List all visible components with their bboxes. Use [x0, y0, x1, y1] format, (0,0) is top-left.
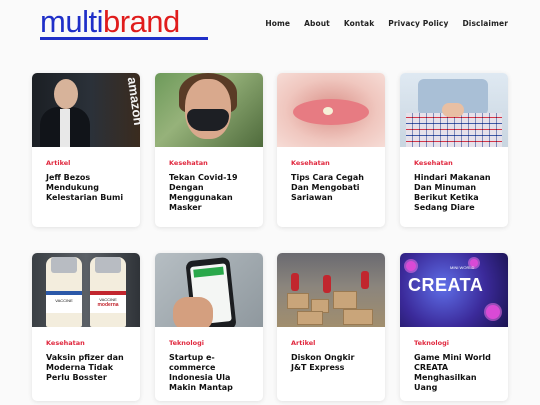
photo-worker — [323, 275, 331, 293]
article-category[interactable]: Kesehatan — [169, 159, 249, 167]
article-category[interactable]: Kesehatan — [414, 159, 494, 167]
article-title[interactable]: Diskon Ongkir J&T Express — [291, 353, 371, 373]
logo-underline — [40, 37, 208, 40]
nav-kontak[interactable]: Kontak — [344, 19, 374, 28]
logo-part-brand: brand — [102, 4, 180, 39]
main-nav: Home About Kontak Privacy Policy Disclai… — [265, 19, 508, 28]
woman-mask-photo[interactable] — [155, 73, 263, 147]
photo-vial-label: VACCINE moderna — [90, 291, 126, 313]
photo-vial-cap — [95, 257, 121, 273]
photo-worker — [291, 273, 299, 291]
logo-part-multi: multi — [40, 4, 103, 39]
photo-parcel — [297, 311, 323, 325]
article-category[interactable]: Kesehatan — [46, 339, 126, 347]
game-wordmark: CREATA — [408, 275, 484, 295]
stomach-ache-photo[interactable] — [400, 73, 508, 147]
article-title[interactable]: Jeff Bezos Mendukung Kelestarian Bumi — [46, 173, 126, 203]
article-title[interactable]: Tips Cara Cegah Dan Mengobati Sariawan — [291, 173, 371, 203]
article-category[interactable]: Teknologi — [169, 339, 249, 347]
vial-label-text: VACCINE — [55, 298, 73, 303]
vial-brand-text: moderna — [97, 302, 119, 308]
article-title[interactable]: Tekan Covid-19 Dengan Menggunakan Masker — [169, 173, 249, 213]
game-subtitle: MINI WORLD — [450, 265, 475, 270]
photo-sore — [323, 107, 333, 115]
photo-parcel — [333, 291, 357, 309]
photo-vial: VACCINE moderna — [90, 257, 126, 327]
photo-vial-cap — [51, 257, 77, 273]
article-card[interactable]: Kesehatan Hindari Makanan Dan Minuman Be… — [400, 73, 508, 227]
article-card[interactable]: MINI WORLD CREATA Teknologi Game Mini Wo… — [400, 253, 508, 401]
photo-head — [54, 79, 78, 109]
article-body: Artikel Jeff Bezos Mendukung Kelestarian… — [32, 147, 140, 213]
article-card[interactable]: VACCINE VACCINE moderna Kesehatan Vaksin… — [32, 253, 140, 401]
article-title[interactable]: Vaksin pfizer dan Moderna Tidak Perlu Bo… — [46, 353, 126, 383]
article-category[interactable]: Artikel — [46, 159, 126, 167]
lip-sore-photo[interactable] — [277, 73, 385, 147]
article-title[interactable]: Hindari Makanan Dan Minuman Berikut Keti… — [414, 173, 494, 213]
article-body: Kesehatan Vaksin pfizer dan Moderna Tida… — [32, 327, 140, 393]
nav-home[interactable]: Home — [265, 19, 290, 28]
photo-hand — [173, 297, 213, 327]
vaccine-vials-photo[interactable]: VACCINE VACCINE moderna — [32, 253, 140, 327]
photo-virus — [486, 305, 500, 319]
photo-vial: VACCINE — [46, 257, 82, 327]
article-body: Kesehatan Hindari Makanan Dan Minuman Be… — [400, 147, 508, 223]
nav-privacy-policy[interactable]: Privacy Policy — [388, 19, 448, 28]
article-body: Teknologi Game Mini World CREATA Menghas… — [400, 327, 508, 401]
article-title[interactable]: Startup e-commerce Indonesia Ula Makin M… — [169, 353, 249, 393]
site-logo[interactable]: multibrand — [40, 6, 180, 38]
photo-vial-label: VACCINE — [46, 291, 82, 313]
article-category[interactable]: Kesehatan — [291, 159, 371, 167]
article-body: Artikel Diskon Ongkir J&T Express — [277, 327, 385, 383]
article-category[interactable]: Teknologi — [414, 339, 494, 347]
article-body: Teknologi Startup e-commerce Indonesia U… — [155, 327, 263, 401]
photo-hand — [442, 103, 464, 117]
jeff-bezos-photo[interactable]: amazon — [32, 73, 140, 147]
warehouse-photo[interactable] — [277, 253, 385, 327]
article-body: Kesehatan Tips Cara Cegah Dan Mengobati … — [277, 147, 385, 213]
article-card[interactable]: Kesehatan Tekan Covid-19 Dengan Mengguna… — [155, 73, 263, 227]
photo-mask — [187, 109, 229, 131]
article-card[interactable]: Teknologi Startup e-commerce Indonesia U… — [155, 253, 263, 401]
article-title[interactable]: Game Mini World CREATA Menghasilkan Uang — [414, 353, 494, 393]
photo-parcel — [343, 309, 373, 325]
photo-shirt — [60, 109, 70, 147]
article-card[interactable]: Kesehatan Tips Cara Cegah Dan Mengobati … — [277, 73, 385, 227]
photo-virus — [406, 261, 416, 271]
article-category[interactable]: Artikel — [291, 339, 371, 347]
nav-about[interactable]: About — [304, 19, 330, 28]
photo-worker — [361, 271, 369, 289]
site-header: multibrand Home About Kontak Privacy Pol… — [0, 0, 540, 52]
photo-pants — [406, 113, 502, 147]
article-card[interactable]: Artikel Diskon Ongkir J&T Express — [277, 253, 385, 401]
photo-app-bar — [193, 266, 224, 278]
article-card[interactable]: amazon Artikel Jeff Bezos Mendukung Kele… — [32, 73, 140, 227]
amazon-sign: amazon — [124, 76, 140, 127]
article-body: Kesehatan Tekan Covid-19 Dengan Mengguna… — [155, 147, 263, 223]
photo-parcel — [287, 293, 309, 309]
nav-disclaimer[interactable]: Disclaimer — [462, 19, 508, 28]
game-banner-photo[interactable]: MINI WORLD CREATA — [400, 253, 508, 327]
phone-app-photo[interactable] — [155, 253, 263, 327]
